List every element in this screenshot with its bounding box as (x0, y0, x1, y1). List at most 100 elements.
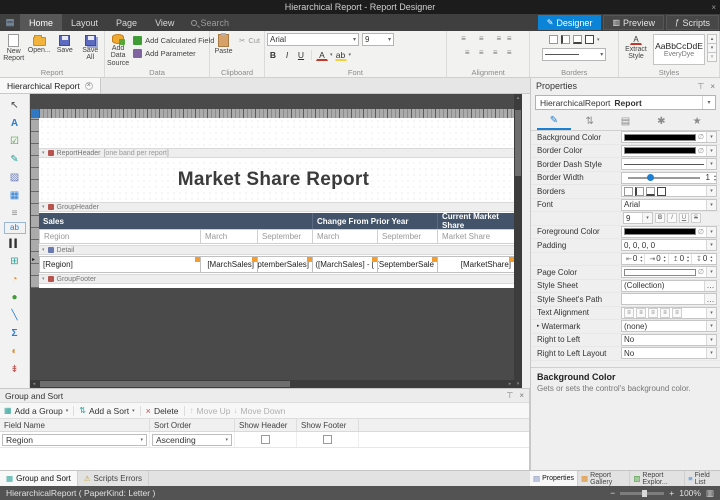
zoom-in-icon[interactable]: + (669, 488, 674, 498)
panel-tool-icon[interactable]: ≡ (4, 204, 26, 222)
close-panel-icon[interactable]: × (710, 82, 715, 91)
detail-cell-change-formula[interactable]: ([MarchSales] - [ (313, 256, 378, 273)
ellipsis-button[interactable]: … (704, 294, 716, 304)
zoom-slider-thumb[interactable] (642, 490, 647, 497)
align-option-icon[interactable]: ≡ (624, 308, 634, 318)
align-center-button[interactable]: ≡ (475, 33, 487, 44)
tab-home[interactable]: Home (20, 14, 62, 31)
selected-control-combo[interactable]: HierarchicalReport Report ▾ (535, 95, 716, 110)
right-to-left-layout-editor[interactable]: No ▾ (621, 347, 717, 359)
tab-scripts-errors[interactable]: ⚠ Scripts Errors (78, 471, 149, 486)
table-tool-icon[interactable]: ▦ (4, 186, 26, 204)
border-dash-style-editor[interactable]: ▾ (621, 158, 717, 170)
band-strip-detail[interactable]: ▾ Detail (39, 245, 514, 255)
band-strip-group-header[interactable]: ▾ GroupHeader (39, 202, 514, 212)
text-wrap-button[interactable]: ≡ (503, 47, 515, 58)
border-left-button[interactable] (561, 35, 570, 44)
scroll-down-icon[interactable]: ▾ (517, 380, 520, 388)
border-color-editor[interactable]: ∅ ▾ (621, 145, 717, 157)
save-button[interactable]: Save (53, 33, 77, 67)
font-underline-button[interactable]: U (679, 213, 689, 223)
pivot-grid-tool-icon[interactable]: Σ (4, 324, 26, 342)
spinner-icons[interactable]: ▴▾ (714, 174, 716, 182)
detail-cell-september-formula[interactable]: ([SeptemberSale (378, 256, 438, 273)
border-line-style-combo[interactable]: ▾ (542, 48, 606, 61)
highlight-color-button[interactable]: ab (335, 50, 347, 61)
app-menu-icon[interactable]: ▤ (0, 14, 20, 31)
check-box-tool-icon[interactable]: ☑ (4, 132, 26, 150)
band-collapse-icon[interactable]: ▾ (42, 276, 45, 282)
expander-icon[interactable]: ▸ (537, 323, 540, 329)
chevron-down-icon[interactable]: ▾ (349, 52, 352, 58)
column-header-cell[interactable]: September (378, 229, 438, 244)
tab-report-gallery[interactable]: ▦ Report Gallery (578, 471, 630, 486)
add-data-source-button[interactable]: Add Data Source (107, 33, 129, 67)
zip-code-tool-icon[interactable]: ⊞ (4, 252, 26, 270)
report-page[interactable]: ▾ ReportHeader [one band per report] Mar… (39, 118, 514, 288)
detail-cell-market-share[interactable]: [MarketShare] (438, 256, 515, 273)
move-down-button[interactable]: ↓ Move Down (234, 406, 286, 416)
align-bottom-button[interactable]: ≡ (489, 47, 501, 58)
watermark-editor[interactable]: (none) ▾ (621, 320, 717, 332)
band-collapse-icon[interactable]: ▾ (42, 150, 45, 156)
design-surface[interactable]: ▸ ▾ ReportHeader [one band per report] M… (30, 94, 522, 388)
chart-tool-icon[interactable]: ◔ (4, 270, 26, 288)
column-show-footer[interactable]: Show Footer (297, 419, 359, 431)
foreground-color-editor[interactable]: ∅ ▾ (621, 226, 717, 238)
column-field-name[interactable]: Field Name (0, 419, 150, 431)
font-color-button[interactable]: A (316, 50, 328, 61)
padding-editor[interactable]: 0, 0, 0, 0 ▾ (621, 239, 717, 251)
bar-code-tool-icon[interactable]: ▍▍ (4, 234, 26, 252)
align-middle-button[interactable]: ≡ (475, 47, 487, 58)
chevron-down-icon[interactable]: ▾ (330, 52, 333, 58)
close-window-icon[interactable]: × (711, 3, 716, 12)
scroll-up-icon[interactable]: ▴ (517, 94, 520, 102)
table-header-cell[interactable]: Change From Prior Year (313, 213, 438, 229)
column-header-cell[interactable]: Market Share (438, 229, 515, 244)
zoom-slider[interactable] (620, 492, 664, 495)
border-bottom-icon[interactable] (646, 187, 655, 196)
padding-values-editor[interactable]: ⇤0▴▾ ⇥0▴▾ ↥0▴▾ ↧0▴▾ (621, 253, 717, 265)
close-panel-icon[interactable]: × (519, 391, 524, 400)
font-size-editor[interactable]: 9 ▾ (623, 212, 653, 224)
save-all-button[interactable]: Save All (79, 33, 103, 67)
show-footer-checkbox[interactable] (323, 435, 332, 444)
open-report-button[interactable]: Open... (28, 33, 52, 67)
add-group-button[interactable]: ▦ Add a Group ▾ (4, 406, 68, 416)
tab-page[interactable]: Page (107, 14, 146, 31)
table-header-cell[interactable]: Current Market Share (438, 213, 515, 229)
add-calculated-field-button[interactable]: Add Calculated Field (131, 35, 216, 46)
tab-properties[interactable]: ▤ Properties (530, 471, 578, 486)
favorites-tab-icon[interactable]: ★ (680, 113, 714, 130)
tab-view[interactable]: View (146, 14, 183, 31)
horizontal-scrollbar[interactable]: ◂ ▸ (30, 380, 514, 388)
vertical-scrollbar[interactable]: ▴ ▾ (514, 94, 522, 388)
horizontal-scroll-thumb[interactable] (40, 381, 290, 387)
new-report-button[interactable]: New Report (2, 33, 26, 67)
add-parameter-button[interactable]: Add Parameter (131, 48, 216, 59)
background-color-editor[interactable]: ∅ ▾ (621, 131, 717, 143)
pointer-tool-icon[interactable]: ↖ (4, 96, 26, 114)
delete-button[interactable]: × Delete (146, 406, 179, 416)
align-top-button[interactable]: ≡ (461, 47, 473, 58)
style-sheet-path-editor[interactable]: … (621, 293, 717, 305)
slider-thumb[interactable] (647, 174, 654, 181)
band-strip-group-footer[interactable]: ▾ GroupFooter (39, 274, 514, 284)
column-show-header[interactable]: Show Header (235, 419, 297, 431)
paste-button[interactable]: Paste (212, 33, 235, 67)
style-gallery-item[interactable]: AaBbCcDdE EveryDye (653, 34, 705, 65)
sort-order-combo[interactable]: Ascending ▾ (152, 434, 232, 446)
gallery-expand-icon[interactable]: ▿ (707, 52, 717, 62)
report-title-label[interactable]: Market Share Report (39, 162, 508, 198)
font-bold-button[interactable]: B (655, 213, 665, 223)
designer-mode-button[interactable]: ✎ Designer (538, 15, 602, 30)
font-strike-button[interactable]: S (691, 213, 701, 223)
preview-mode-button[interactable]: ▥ Preview (603, 15, 664, 30)
detail-cell-region[interactable]: [Region] (39, 256, 201, 273)
gauge-tool-icon[interactable]: ◐ (4, 342, 26, 360)
page-color-editor[interactable]: ∅ ▾ (621, 266, 717, 278)
text-alignment-editor[interactable]: ≡ ≡ ≡ ≡ ≡ ▾ (621, 307, 717, 319)
band-strip-report-header[interactable]: ▾ ReportHeader [one band per report] (39, 148, 514, 158)
border-none-button[interactable] (549, 35, 558, 44)
italic-button[interactable]: I (281, 49, 293, 61)
